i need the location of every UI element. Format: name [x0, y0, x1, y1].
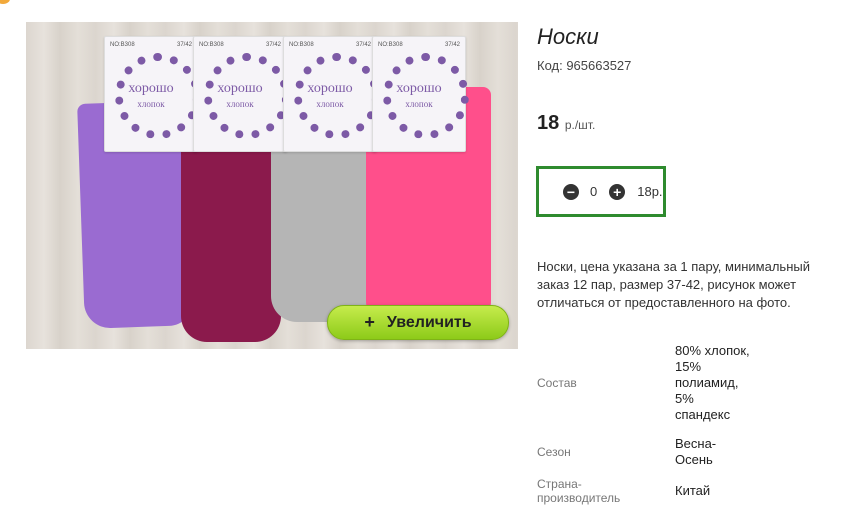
spec-row: Сезон Весна-Осень: [537, 432, 750, 472]
spec-value: 80% хлопок, 15% полиамид, 5% спандекс: [675, 343, 750, 422]
plus-icon[interactable]: +: [609, 183, 626, 200]
spec-row: Страна-производитель Китай: [537, 472, 750, 510]
specs-table: Состав 80% хлопок, 15% полиамид, 5% спан…: [537, 334, 750, 510]
product-photo[interactable]: NO:B308 37/42 хорошо хлопок NO:B308 37/42 …: [26, 22, 518, 349]
plus-icon: +: [364, 312, 375, 332]
sock-tag: NO:B308 37/42 хорошо хлопок: [104, 36, 201, 152]
price-unit: р./шт.: [564, 118, 596, 132]
spec-key: Состав: [537, 376, 577, 390]
quantity-value: 0: [590, 184, 598, 199]
product-description: Носки, цена указана за 1 пару, минимальн…: [537, 259, 810, 310]
spec-key: Страна-производитель: [537, 477, 621, 505]
product-price: 18 р./шт.: [537, 112, 595, 135]
zoom-label: Увеличить: [386, 313, 472, 331]
corner-decoration: [0, 0, 10, 4]
product-title: Носки: [537, 24, 599, 49]
spec-key: Сезон: [537, 445, 571, 459]
product-code: Код: 965663527: [537, 58, 632, 73]
price-value: 18: [537, 112, 560, 134]
zoom-button[interactable]: + Увеличить: [327, 305, 509, 340]
spec-row: Состав 80% хлопок, 15% полиамид, 5% спан…: [537, 334, 750, 432]
minus-icon[interactable]: −: [563, 183, 579, 200]
sock-gray: [271, 122, 371, 322]
sock-tag: NO:B308 37/42 хорошо хлопок: [283, 36, 380, 152]
spec-value: Весна-Осень: [675, 436, 717, 467]
sock-tag: NO:B308 37/42 хорошо хлопок: [193, 36, 290, 152]
spec-value: Китай: [675, 483, 711, 498]
quantity-stepper: − 0 + 18р.: [536, 166, 666, 217]
sock-tag: NO:B308 37/42 хорошо хлопок: [372, 36, 469, 152]
quantity-sum: 18р.: [637, 184, 663, 199]
